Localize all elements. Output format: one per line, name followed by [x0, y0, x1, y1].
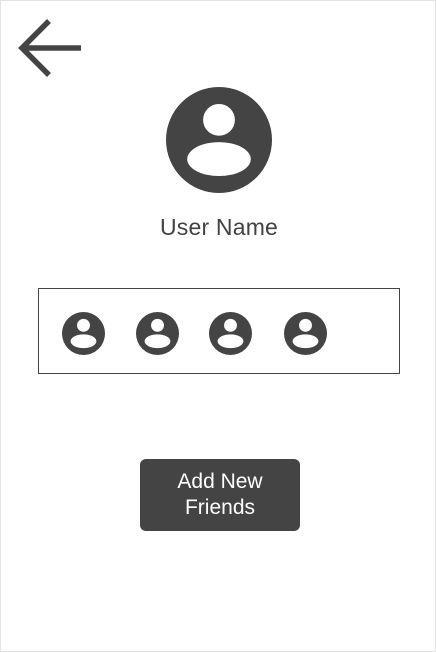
user-circle-icon [62, 312, 105, 355]
friend-avatar[interactable] [136, 312, 179, 355]
back-button[interactable] [15, 15, 85, 81]
user-name: User Name [159, 214, 279, 240]
friend-avatar[interactable] [62, 312, 105, 355]
friend-avatar[interactable] [284, 312, 327, 355]
user-circle-icon [209, 312, 252, 355]
app-screen: User Name Add New Friends [0, 0, 436, 652]
user-circle-icon [136, 312, 179, 355]
profile-avatar [166, 87, 272, 193]
arrow-left-icon [18, 19, 81, 77]
friend-avatar[interactable] [209, 312, 252, 355]
friends-list [38, 288, 400, 374]
user-circle-icon [166, 87, 272, 193]
user-circle-icon [284, 312, 327, 355]
add-new-friends-button[interactable]: Add New Friends [140, 459, 300, 531]
